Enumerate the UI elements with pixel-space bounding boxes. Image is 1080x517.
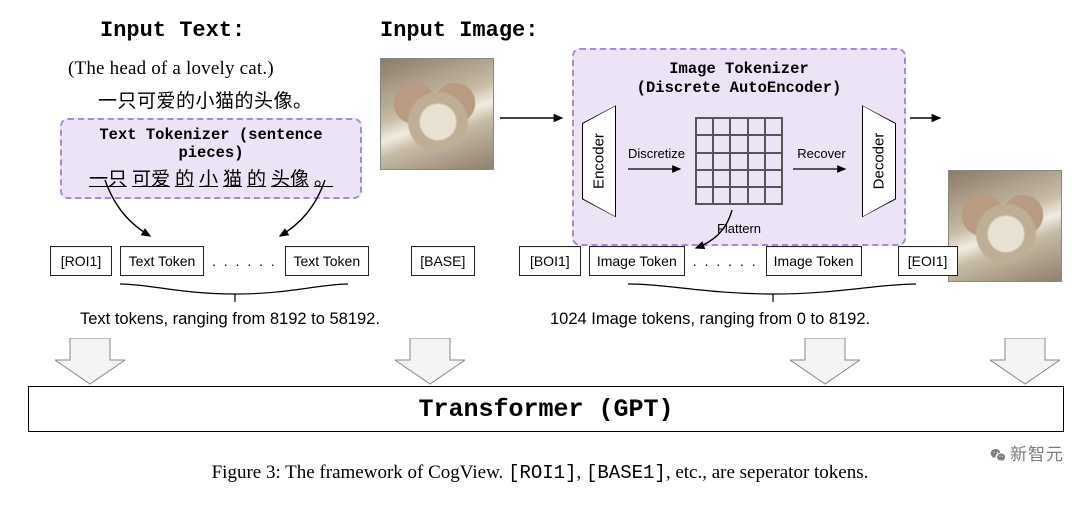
- transformer-box: Transformer (GPT): [28, 386, 1064, 432]
- token-image-token-2: Image Token: [766, 246, 862, 276]
- decoder-block: Decoder: [862, 105, 896, 217]
- watermark: 新智元: [990, 440, 1064, 465]
- brace-image: [628, 282, 918, 306]
- tok-seg: 的: [175, 164, 194, 191]
- down-arrow-2: [395, 338, 465, 386]
- codebook-grid: [695, 117, 783, 205]
- down-arrow-3: [790, 338, 860, 386]
- wechat-icon: [990, 447, 1006, 463]
- token-boi1: [BOI1]: [519, 246, 581, 276]
- arrow-img-to-encoder: [500, 108, 570, 128]
- caption-mono-2: [BASE1]: [586, 462, 666, 484]
- encoder-block: Encoder: [582, 105, 616, 217]
- curve-arrow-right: [260, 180, 330, 250]
- token-dots: . . . . . .: [212, 253, 277, 269]
- decoder-label: Decoder: [871, 133, 888, 190]
- token-image-token: Image Token: [589, 246, 685, 276]
- down-arrow-1: [55, 338, 125, 386]
- figure-caption: Figure 3: The framework of CogView. [ROI…: [0, 462, 1080, 484]
- text-tokens-range: Text tokens, ranging from 8192 to 58192.: [80, 310, 380, 329]
- tok-seg: 小: [199, 164, 218, 191]
- text-tokenizer-title: Text Tokenizer (sentence pieces): [72, 126, 350, 162]
- caption-suffix: , etc., are seperator tokens.: [666, 462, 869, 483]
- token-text-token-2: Text Token: [285, 246, 369, 276]
- input-cat-image: [380, 58, 494, 170]
- token-roi1: [ROI1]: [50, 246, 112, 276]
- caption-prefix: Figure 3: The framework of CogView.: [212, 462, 508, 483]
- token-dots-2: . . . . . .: [693, 253, 758, 269]
- itk-title-l2: (Discrete AutoEncoder): [637, 79, 842, 97]
- header-input-image: Input Image:: [380, 18, 538, 43]
- down-arrow-4: [990, 338, 1060, 386]
- token-eoi1: [EOI1]: [898, 246, 958, 276]
- header-input-text: Input Text:: [100, 18, 245, 43]
- token-base: [BASE]: [411, 246, 475, 276]
- encoder-label: Encoder: [591, 133, 608, 189]
- token-text-token: Text Token: [120, 246, 204, 276]
- arrow-decoder-to-out: [910, 108, 946, 128]
- sample-chinese: 一只可爱的小猫的头像。: [98, 86, 313, 113]
- curve-arrow-left: [100, 180, 170, 250]
- itk-title-l1: Image Tokenizer: [669, 60, 809, 78]
- brace-text: [120, 282, 350, 306]
- discretize-label: Discretize: [624, 146, 689, 161]
- sample-english: (The head of a lovely cat.): [68, 58, 274, 80]
- caption-between: ,: [576, 462, 586, 483]
- tok-seg: 猫: [223, 164, 242, 191]
- transformer-label: Transformer (GPT): [418, 395, 673, 424]
- watermark-text: 新智元: [1010, 445, 1064, 464]
- image-tokenizer-title: Image Tokenizer (Discrete AutoEncoder): [582, 60, 896, 97]
- image-tokens-range: 1024 Image tokens, ranging from 0 to 819…: [550, 310, 870, 329]
- caption-mono-1: [ROI1]: [508, 462, 576, 484]
- recover-label: Recover: [789, 146, 854, 161]
